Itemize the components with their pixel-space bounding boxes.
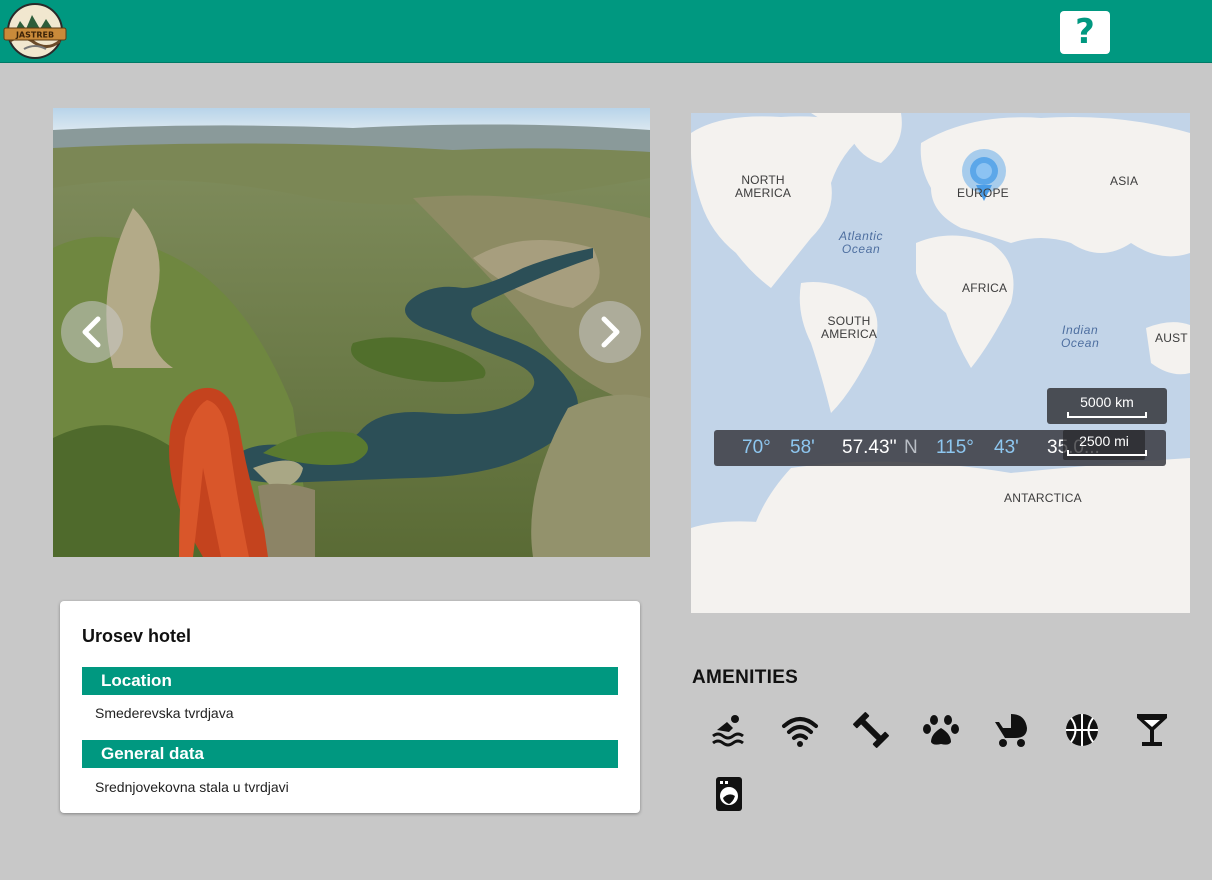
scale-km-bar <box>1067 412 1147 418</box>
photo-carousel[interactable] <box>53 108 650 557</box>
label-south-america: SOUTH AMERICA <box>821 314 878 341</box>
scale-mi-bar <box>1067 450 1147 456</box>
hotel-photo <box>53 108 650 557</box>
gym-icon <box>851 710 891 750</box>
label-africa: AFRICA <box>962 281 1008 295</box>
cocktail-icon <box>1132 710 1172 750</box>
label-north-america: NORTH AMERICA <box>735 173 792 200</box>
carousel-next-button[interactable] <box>579 301 641 363</box>
wifi-icon <box>780 710 820 750</box>
hotel-info-card: Urosev hotel Location Smederevska tvrdja… <box>60 601 640 813</box>
hotel-name: Urosev hotel <box>82 626 192 646</box>
label-asia: ASIA <box>1110 174 1139 188</box>
laundry-icon <box>709 774 749 814</box>
svg-text:JASTREB: JASTREB <box>15 31 54 40</box>
scale-mi: 2500 mi <box>1063 430 1147 460</box>
jastreb-logo[interactable]: JASTREB <box>2 3 68 59</box>
amenities-title: AMENITIES <box>692 667 799 688</box>
swimming-icon <box>709 710 749 750</box>
map-scale: 5000 km 2500 mi <box>1047 388 1167 466</box>
lon-degrees: 115° <box>936 437 974 458</box>
label-indian-ocean: Indian Ocean <box>1061 323 1100 350</box>
scale-km: 5000 km <box>1047 388 1167 424</box>
general-data-heading: General data <box>82 740 618 768</box>
lon-minutes: 43' <box>994 437 1019 458</box>
label-europe: EUROPE <box>957 186 1009 200</box>
lat-minutes: 58' <box>790 437 815 458</box>
world-map[interactable]: NORTH AMERICA SOUTH AMERICA EUROPE ASIA … <box>691 113 1190 613</box>
location-heading: Location <box>82 667 618 695</box>
chevron-right-icon <box>601 316 620 348</box>
location-value: Smederevska tvrdjava <box>95 705 234 721</box>
carousel-prev-button[interactable] <box>61 301 123 363</box>
stroller-icon <box>991 710 1031 750</box>
top-bar: JASTREB ? <box>0 0 1212 63</box>
label-australia: AUST <box>1155 331 1188 345</box>
lat-direction: N <box>904 437 918 458</box>
help-button[interactable]: ? <box>1060 11 1110 54</box>
scale-km-label: 5000 km <box>1080 394 1134 410</box>
chevron-left-icon <box>82 316 101 348</box>
basketball-icon <box>1062 710 1102 750</box>
general-data-value: Srednjovekovna stala u tvrdjavi <box>95 779 289 795</box>
label-antarctica: ANTARCTICA <box>1004 491 1082 505</box>
label-atlantic-ocean: Atlantic Ocean <box>839 229 884 256</box>
pet-icon <box>921 710 961 750</box>
scale-mi-label: 2500 mi <box>1079 433 1129 449</box>
lat-degrees: 70° <box>742 437 771 458</box>
lat-seconds: 57.43'' <box>842 437 897 458</box>
